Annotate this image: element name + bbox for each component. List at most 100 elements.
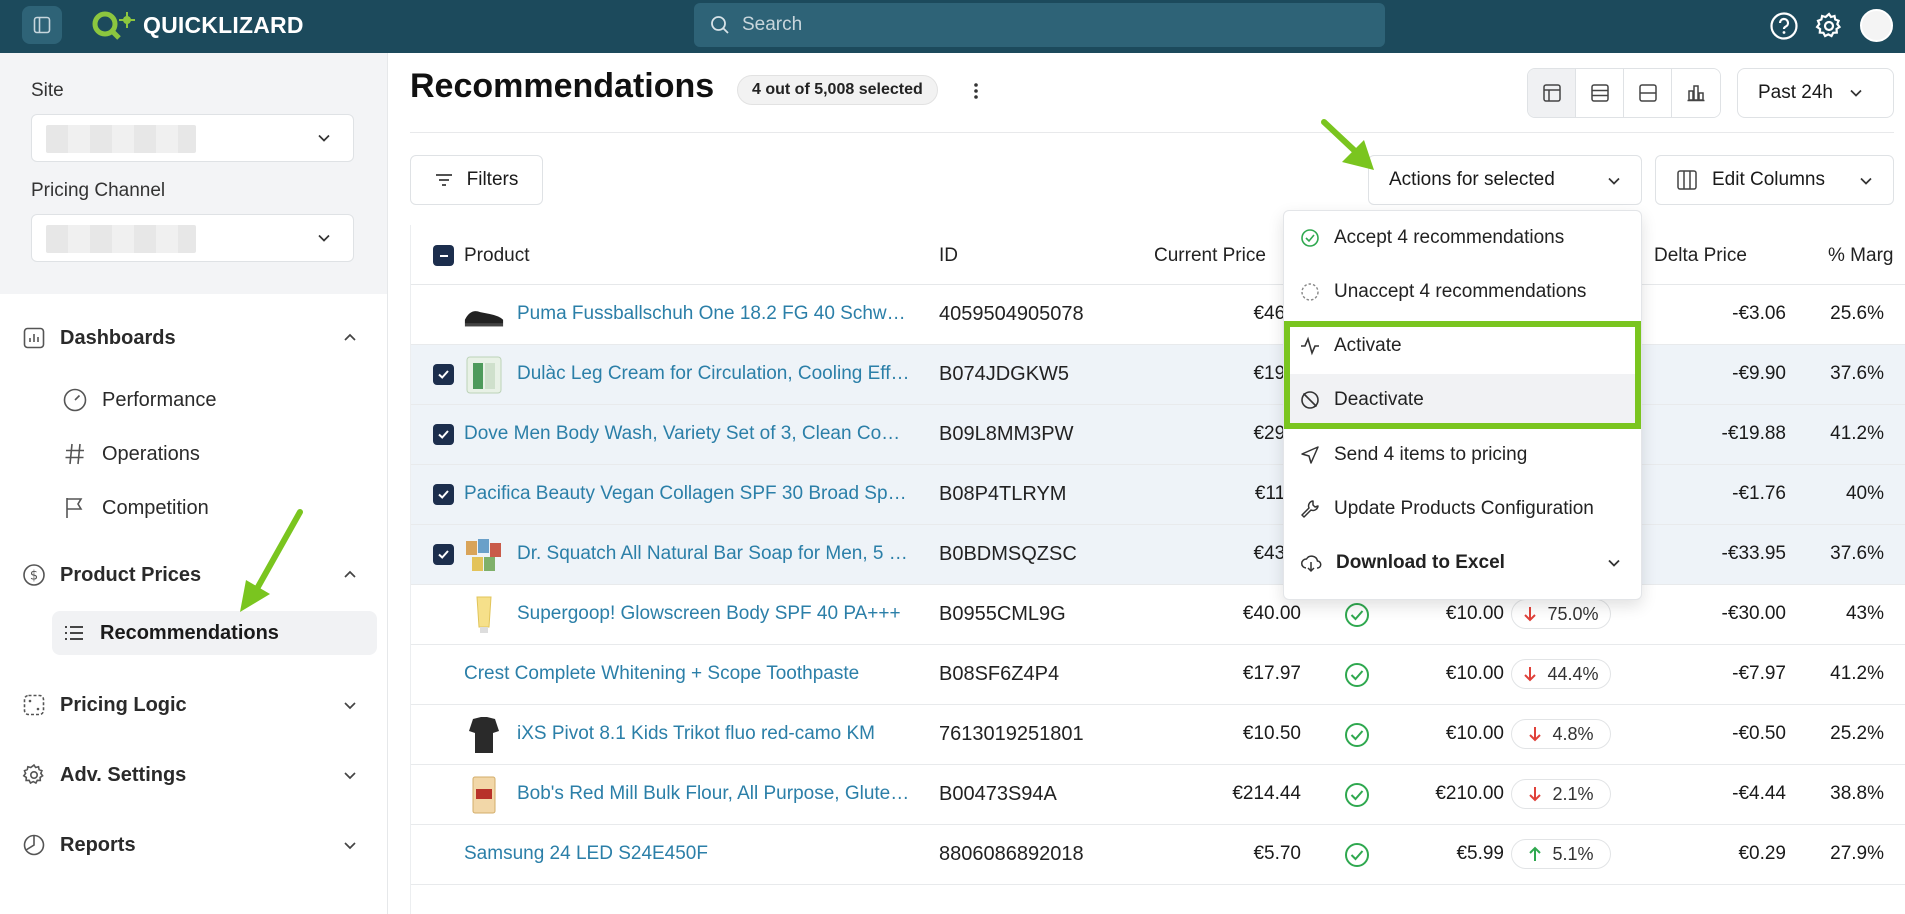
menu-item-label: Download to Excel (1336, 552, 1505, 573)
delta-price: €0.29 (1738, 843, 1786, 864)
row-checkbox[interactable] (433, 364, 454, 385)
table-row[interactable]: Samsung 24 LED S24E450F 8806086892018 €5.7… (411, 825, 1905, 885)
nav-group-reports[interactable]: Reports (22, 825, 366, 865)
sidebar-item-label: Competition (102, 496, 209, 519)
product-id: 7613019251801 (939, 723, 1084, 745)
table-row[interactable]: Crest Complete Whitening + Scope Toothpa… (411, 645, 1905, 705)
sidebar-item-recommendations[interactable]: Recommendations (52, 611, 377, 655)
recommended-price: €5.99 (1456, 843, 1504, 864)
site-select[interactable] (31, 114, 354, 162)
user-avatar[interactable] (1860, 9, 1893, 42)
menu-item-unaccept[interactable]: Unaccept 4 recommendations (1284, 266, 1641, 318)
product-name-link[interactable]: Dove Men Body Wash, Variety Set of 3, Cl… (464, 423, 911, 445)
column-header-product[interactable]: Product (464, 245, 529, 267)
accepted-status-icon[interactable] (1344, 602, 1370, 628)
table-row[interactable]: Dove Men Body Wash, Variety Set of 3, Cl… (411, 405, 1905, 465)
nav-group-product-prices[interactable]: $ Product Prices (22, 555, 366, 595)
table-row[interactable]: Supergoop! Glowscreen Body SPF 40 PA+++ B… (411, 585, 1905, 645)
accepted-status-icon[interactable] (1344, 842, 1370, 868)
gauge-icon (63, 388, 87, 412)
accepted-status-icon[interactable] (1344, 782, 1370, 808)
menu-item-send-to-pricing[interactable]: Send 4 items to pricing (1284, 429, 1641, 481)
accepted-status-icon[interactable] (1344, 662, 1370, 688)
global-search[interactable] (694, 3, 1385, 47)
recommended-price: €10.00 (1445, 603, 1504, 624)
gear-icon[interactable] (1813, 10, 1845, 42)
recommended-price: €10.00 (1445, 663, 1504, 684)
sidebar-item-performance[interactable]: Performance (52, 378, 377, 422)
product-name-link[interactable]: Pacifica Beauty Vegan Collagen SPF 30 Br… (464, 483, 911, 505)
filter-lines-icon (435, 174, 452, 186)
margin-percent: 41.2% (1830, 663, 1884, 684)
sidebar-panel-icon (33, 16, 51, 34)
product-name-link[interactable]: Crest Complete Whitening + Scope Toothpa… (464, 663, 911, 685)
search-icon (711, 16, 729, 34)
view-table-button[interactable] (1528, 69, 1576, 117)
pricing-channel-select[interactable] (31, 214, 354, 262)
arrow-down-icon (1529, 727, 1542, 742)
sidebar-item-operations[interactable]: Operations (52, 432, 377, 476)
edit-columns-button[interactable]: Edit Columns (1655, 155, 1894, 205)
menu-item-accept[interactable]: Accept 4 recommendations (1284, 212, 1641, 264)
menu-item-download-excel[interactable]: Download to Excel (1284, 537, 1641, 589)
table-row[interactable]: iXS Pivot 8.1 Kids Trikot fluo red-camo … (411, 705, 1905, 765)
check-icon (438, 370, 449, 379)
product-id: B0BDMSQZSC (939, 543, 1077, 565)
nav-group-pricing-logic[interactable]: Pricing Logic (22, 685, 366, 725)
more-options-icon[interactable] (967, 80, 985, 102)
row-checkbox[interactable] (433, 484, 454, 505)
product-id: 4059504905078 (939, 303, 1084, 325)
table-row[interactable]: Dulàc Leg Cream for Circulation, Cooling… (411, 345, 1905, 405)
view-split-button[interactable] (1624, 69, 1672, 117)
margin-percent: 25.6% (1830, 303, 1884, 324)
accepted-status-icon[interactable] (1344, 722, 1370, 748)
product-thumbnail (463, 294, 505, 336)
sidebar-toggle-button[interactable] (22, 6, 62, 44)
nav-group-dashboards[interactable]: Dashboards (22, 318, 366, 358)
table-row[interactable]: Puma Fussballschuh One 18.2 FG 40 Schwar… (411, 285, 1905, 345)
selection-count-badge: 4 out of 5,008 selected (737, 75, 938, 105)
row-checkbox[interactable] (433, 544, 454, 565)
sidebar-item-competition[interactable]: Competition (52, 486, 377, 530)
help-icon[interactable] (1768, 10, 1800, 42)
margin-percent: 38.8% (1830, 783, 1884, 804)
columns-icon (1677, 170, 1697, 190)
pricing-channel-label: Pricing Channel (31, 180, 166, 201)
product-name-link[interactable]: Dulàc Leg Cream for Circulation, Cooling… (517, 363, 911, 385)
nav-group-adv-settings[interactable]: Adv. Settings (22, 755, 366, 795)
menu-item-update-config[interactable]: Update Products Configuration (1284, 483, 1641, 535)
table-row[interactable]: Bob's Red Mill Bulk Flour, All Purpose, … (411, 765, 1905, 825)
period-select[interactable]: Past 24h (1737, 68, 1894, 118)
table-row[interactable]: Pacifica Beauty Vegan Collagen SPF 30 Br… (411, 465, 1905, 525)
annotation-arrow (240, 509, 303, 612)
delta-price: -€33.95 (1721, 543, 1786, 564)
view-chart-button[interactable] (1672, 69, 1720, 117)
table-row[interactable]: Dr. Squatch All Natural Bar Soap for Men… (411, 525, 1905, 585)
column-header-id[interactable]: ID (939, 245, 958, 267)
product-name-link[interactable]: Samsung 24 LED S24E450F (464, 843, 911, 865)
product-name-link[interactable]: Dr. Squatch All Natural Bar Soap for Men… (517, 543, 911, 565)
margin-percent: 43% (1845, 603, 1884, 624)
product-name-link[interactable]: Puma Fussballschuh One 18.2 FG 40 Schwar… (517, 303, 911, 325)
product-name-link[interactable]: Bob's Red Mill Bulk Flour, All Purpose, … (517, 783, 911, 805)
dashed-circle-icon (1301, 283, 1319, 301)
row-checkbox[interactable] (433, 424, 454, 445)
minus-icon (439, 254, 448, 257)
brand-logo[interactable]: QUICKLIZARD (91, 8, 304, 42)
chevron-down-icon (344, 842, 356, 850)
column-header-current-price[interactable]: Current Price (1154, 245, 1266, 267)
product-id: B08P4TLRYM (939, 483, 1067, 505)
recommended-price: €10.00 (1445, 723, 1504, 744)
product-name-link[interactable]: iXS Pivot 8.1 Kids Trikot fluo red-camo … (517, 723, 911, 745)
column-header-margin[interactable]: % Marg (1828, 245, 1893, 267)
search-input[interactable] (742, 14, 1342, 36)
filters-button[interactable]: Filters (410, 155, 543, 205)
recommended-price: €210.00 (1435, 783, 1504, 804)
column-header-delta-price[interactable]: Delta Price (1654, 245, 1747, 267)
price-change-value: 4.8% (1552, 723, 1594, 744)
select-all-checkbox[interactable] (433, 245, 454, 266)
view-rows-button[interactable] (1576, 69, 1624, 117)
actions-for-selected-button[interactable]: Actions for selected (1368, 155, 1642, 205)
product-name-link[interactable]: Supergoop! Glowscreen Body SPF 40 PA+++ (517, 603, 911, 625)
product-thumbnail (463, 534, 505, 576)
